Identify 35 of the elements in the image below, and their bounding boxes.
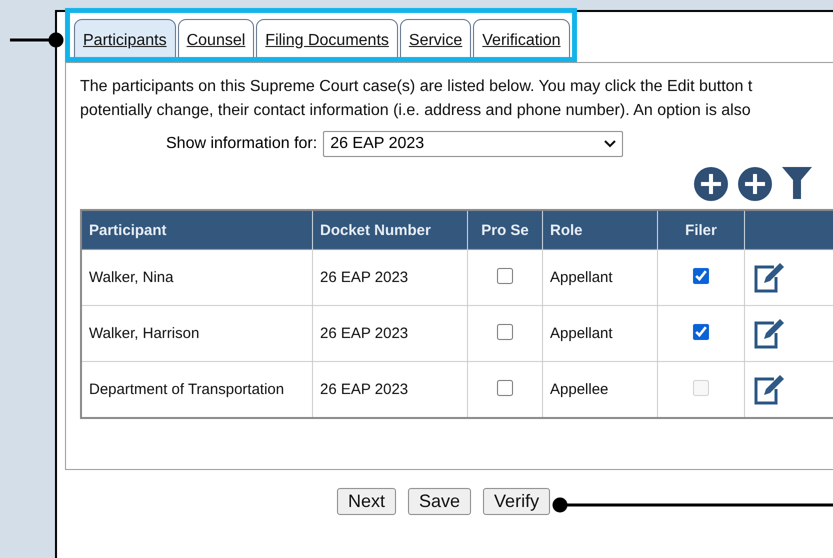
checkbox[interactable] [693,268,709,284]
table-cell: Appellant [542,306,658,362]
edit-icon[interactable] [752,316,786,350]
table-cell: Walker, Harrison [81,306,312,362]
action-button[interactable]: Verify [483,488,550,515]
column-header: Role [542,210,658,250]
chevron-icon [604,140,616,148]
tab[interactable]: Participants [74,19,176,57]
checkbox[interactable] [497,380,513,396]
case-select[interactable]: 26 EAP 2023 [323,131,624,157]
column-header: Pro Se [468,210,542,250]
filter-icon[interactable] [782,167,812,199]
column-header: Participant [81,210,312,250]
tab[interactable]: Counsel [178,19,254,57]
action-button[interactable]: Next [337,488,396,515]
checkbox[interactable] [497,324,513,340]
tab[interactable]: Filing Documents [256,19,398,57]
edit-icon[interactable] [752,260,786,294]
add-icon[interactable] [738,167,772,201]
column-header: Filer [658,210,744,250]
table-cell: Appellant [542,250,658,306]
checkbox[interactable] [497,268,513,284]
intro-text: potentially change, their contact information (i.e. address and phone number). An option is also [80,101,752,121]
checkbox[interactable] [693,324,709,340]
field-label: Show information for: [166,135,318,153]
action-button[interactable]: Save [408,488,472,515]
table-cell: 26 EAP 2023 [312,250,468,306]
tab[interactable]: Service [400,19,472,57]
intro-text: The participants on this Supreme Court case(s) are listed below. You may click the Edit button t [80,77,754,97]
table-cell: Walker, Nina [81,250,312,306]
column-header: Docket Number [312,210,468,250]
table-cell: 26 EAP 2023 [312,306,468,362]
add-icon[interactable] [694,167,728,201]
tab[interactable]: Verification [473,19,570,57]
edit-icon[interactable] [752,372,786,406]
